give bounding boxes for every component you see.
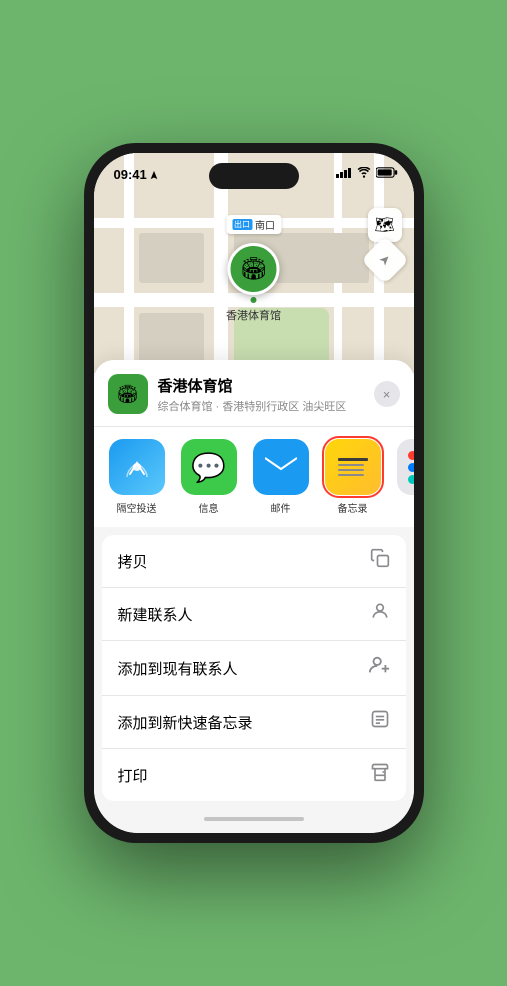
notes-lines-icon [333, 452, 373, 482]
action-new-contact[interactable]: 新建联系人 [102, 588, 406, 641]
map-controls[interactable]: 🗺 ➤ [368, 208, 402, 277]
venue-emoji: 🏟 [116, 384, 139, 405]
status-icons [336, 167, 398, 178]
airdrop-icon[interactable] [109, 439, 165, 495]
action-print[interactable]: 打印 [102, 749, 406, 801]
airdrop-label: 隔空投送 [117, 500, 157, 515]
airdrop-waves-icon [122, 452, 152, 482]
person-icon [370, 601, 390, 627]
venue-info: 香港体育馆 综合体育馆 · 香港特别行政区 油尖旺区 [158, 375, 364, 414]
print-label: 打印 [118, 765, 148, 786]
mail-label: 邮件 [271, 500, 291, 515]
status-time: 09:41 [114, 167, 159, 182]
messages-label: 信息 [199, 500, 219, 515]
new-contact-label: 新建联系人 [118, 604, 193, 625]
clock: 09:41 [114, 167, 147, 182]
action-add-notes[interactable]: 添加到新快速备忘录 [102, 696, 406, 749]
wifi-icon [357, 167, 371, 178]
more-icon[interactable] [397, 439, 414, 495]
compass-button[interactable]: ➤ [360, 236, 408, 284]
mail-icon[interactable] [253, 439, 309, 495]
quick-note-icon [370, 709, 390, 735]
bottom-sheet: 🏟 香港体育馆 综合体育馆 · 香港特别行政区 油尖旺区 × [94, 360, 414, 833]
battery-icon [376, 167, 398, 178]
share-item-airdrop[interactable]: 隔空投送 [108, 439, 166, 515]
action-copy[interactable]: 拷贝 [102, 535, 406, 588]
close-button[interactable]: × [374, 381, 400, 407]
print-icon [370, 762, 390, 788]
map-type-button[interactable]: 🗺 [368, 208, 402, 242]
more-dots [400, 443, 414, 492]
phone-frame: 09:41 [84, 143, 424, 843]
phone-screen: 09:41 [94, 153, 414, 833]
share-item-more[interactable]: 推 [396, 439, 414, 515]
add-notes-label: 添加到新快速备忘录 [118, 712, 253, 733]
pin-dot [251, 297, 257, 303]
home-indicator [94, 805, 414, 833]
add-contact-label: 添加到现有联系人 [118, 658, 238, 679]
action-list: 拷贝 新建联系人 [102, 535, 406, 801]
location-arrow-icon [149, 170, 159, 180]
dynamic-island [209, 163, 299, 189]
map-label-text: 南口 [255, 217, 275, 232]
pin-icon-circle: 🏟 [228, 243, 280, 295]
venue-name: 香港体育馆 [158, 375, 364, 396]
location-pin: 🏟 香港体育馆 [226, 243, 281, 323]
home-bar [204, 817, 304, 821]
exit-icon: 出口 [232, 219, 252, 230]
messages-icon[interactable]: 💬 [181, 439, 237, 495]
notes-label: 备忘录 [338, 500, 368, 515]
map-label: 出口 南口 [226, 215, 281, 234]
person-add-icon [368, 654, 390, 682]
copy-label: 拷贝 [118, 551, 148, 572]
action-add-contact[interactable]: 添加到现有联系人 [102, 641, 406, 696]
venue-subtitle: 综合体育馆 · 香港特别行政区 油尖旺区 [158, 398, 364, 414]
share-row: 隔空投送 💬 信息 邮 [94, 426, 414, 527]
messages-emoji: 💬 [191, 451, 226, 484]
share-item-notes[interactable]: 备忘录 [324, 439, 382, 515]
venue-icon: 🏟 [108, 374, 148, 414]
share-item-messages[interactable]: 💬 信息 [180, 439, 238, 515]
signal-icon [336, 167, 352, 178]
copy-icon [370, 548, 390, 574]
mail-envelope-icon [265, 455, 297, 479]
sheet-header: 🏟 香港体育馆 综合体育馆 · 香港特别行政区 油尖旺区 × [94, 360, 414, 426]
pin-label-text: 香港体育馆 [226, 307, 281, 323]
share-item-mail[interactable]: 邮件 [252, 439, 310, 515]
notes-icon[interactable] [325, 439, 381, 495]
venue-pin-emoji: 🏟 [240, 256, 268, 282]
